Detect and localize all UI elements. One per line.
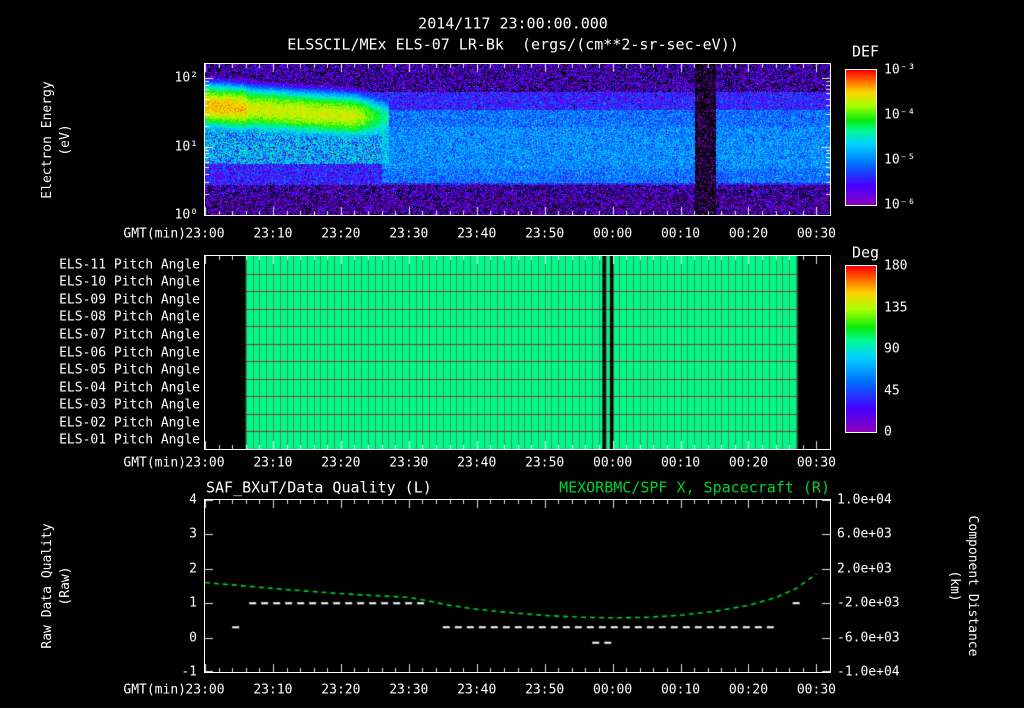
y-tick-label: 1 <box>189 595 197 611</box>
def-colorbar-gradient <box>846 70 876 205</box>
x-tick-label: 00:30 <box>796 682 836 698</box>
colorbar-tick-label: 90 <box>884 341 900 357</box>
y-tick-label: -1 <box>181 664 197 680</box>
def-colorbar-title: DEF <box>852 42 880 61</box>
x-tick-label: 00:10 <box>660 226 701 242</box>
deg-colorbar-gradient <box>846 266 876 432</box>
pitch-row-label: ELS-09 Pitch Angle <box>59 292 200 308</box>
x-tick-label: 23:30 <box>389 455 429 471</box>
pitch-row-label: ELS-04 Pitch Angle <box>59 380 200 396</box>
def-colorbar <box>845 69 877 206</box>
pitch-row-label: ELS-11 Pitch Angle <box>59 257 200 273</box>
gmt-axis-label: GMT(min) <box>123 226 186 242</box>
plot-subtitle: ELSSCIL/MEx ELS-07 LR-Bk (ergs/(cm**2-sr… <box>287 35 739 54</box>
deg-colorbar <box>845 265 877 433</box>
y-tick-label: -6.0e+03 <box>837 630 900 646</box>
x-tick-label: 23:20 <box>321 682 361 698</box>
x-tick-label: 23:00 <box>185 682 225 698</box>
x-tick-label: 23:10 <box>253 455 293 471</box>
pitch-row-label: ELS-05 Pitch Angle <box>59 362 200 378</box>
x-tick-label: 23:50 <box>525 455 565 471</box>
axis-label-line: (Raw) <box>58 566 73 606</box>
x-tick-label: 00:00 <box>593 455 633 471</box>
spectrogram-panel <box>204 63 831 216</box>
colorbar-tick-label: 10⁻⁵ <box>884 152 916 168</box>
y-tick-label: 0 <box>189 630 197 646</box>
raw-data-quality-axis-label: Raw Data Quality (Raw) <box>39 523 75 648</box>
x-tick-label: 00:10 <box>660 682 701 698</box>
x-tick-label: 23:50 <box>525 226 565 242</box>
y-tick-label: 4 <box>189 492 197 508</box>
colorbar-tick-label: 135 <box>884 300 908 315</box>
y-tick-label: 10⁰ <box>174 207 198 223</box>
y-tick-label: 2.0e+03 <box>837 561 892 577</box>
y-tick-label: 10¹ <box>174 139 198 154</box>
pitch-row-label: ELS-06 Pitch Angle <box>59 345 200 360</box>
x-tick-label: 00:00 <box>593 682 633 698</box>
pitch-angle-panel <box>204 255 831 450</box>
timeseries-panel <box>204 499 831 673</box>
deg-colorbar-title: Deg <box>852 243 880 262</box>
colorbar-tick-label: 0 <box>884 424 892 440</box>
axis-label-line: Raw Data Quality <box>39 523 55 649</box>
axis-label-line: (eV) <box>58 124 73 156</box>
y-tick-label: -2.0e+03 <box>837 595 900 611</box>
y-tick-label: 6.0e+03 <box>837 526 892 542</box>
colorbar-tick-label: 10⁻³ <box>884 62 916 78</box>
colorbar-tick-label: 45 <box>884 383 900 398</box>
x-tick-label: 23:00 <box>185 455 225 471</box>
plot-title: 2014/117 23:00:00.000 <box>418 14 608 33</box>
pitch-row-label: ELS-03 Pitch Angle <box>59 397 200 413</box>
gmt-axis-label: GMT(min) <box>123 682 186 698</box>
pitch-row-label: ELS-07 Pitch Angle <box>59 327 200 343</box>
y-tick-label: 3 <box>189 526 197 542</box>
axis-label-line: Component Distance <box>965 515 981 657</box>
y-tick-label: 2 <box>189 561 197 577</box>
x-tick-label: 23:40 <box>457 455 497 471</box>
x-tick-label: 00:30 <box>796 226 836 242</box>
y-tick-label: -1.0e+04 <box>837 664 900 680</box>
pitch-row-label: ELS-02 Pitch Angle <box>59 415 200 431</box>
axis-label-line: Electron Energy <box>39 81 55 199</box>
x-tick-label: 23:30 <box>389 226 429 242</box>
y-tick-label: 10² <box>174 70 198 86</box>
y-tick-label: 1.0e+04 <box>837 492 892 508</box>
x-tick-label: 23:30 <box>389 682 429 698</box>
colorbar-tick-label: 180 <box>884 258 908 274</box>
x-tick-label: 23:40 <box>457 226 497 242</box>
electron-energy-axis-label: Electron Energy (eV) <box>39 81 75 198</box>
x-tick-label: 00:30 <box>796 455 836 471</box>
x-tick-label: 00:10 <box>660 455 701 471</box>
timeseries-canvas <box>205 500 830 672</box>
pitch-row-label: ELS-10 Pitch Angle <box>59 274 200 290</box>
right-series-title: MEXORBMC/SPF X, Spacecraft (R) <box>559 478 830 497</box>
x-tick-label: 23:10 <box>253 226 293 242</box>
colorbar-tick-label: 10⁻⁶ <box>884 197 916 213</box>
x-tick-label: 00:20 <box>728 455 769 471</box>
x-tick-label: 23:20 <box>321 226 361 242</box>
left-series-title: SAF_BXuT/Data Quality (L) <box>206 478 432 497</box>
pitch-row-label: ELS-08 Pitch Angle <box>59 309 200 325</box>
axis-label-line: (km) <box>947 570 962 602</box>
colorbar-tick-label: 10⁻⁴ <box>884 107 916 123</box>
x-tick-label: 00:20 <box>728 226 769 242</box>
x-tick-label: 23:10 <box>253 682 293 698</box>
x-tick-label: 23:50 <box>525 682 565 698</box>
x-tick-label: 00:00 <box>593 226 633 242</box>
x-tick-label: 00:20 <box>728 682 769 698</box>
component-distance-axis-label: Component Distance (km) <box>945 516 981 657</box>
gmt-axis-label: GMT(min) <box>123 455 186 471</box>
x-tick-label: 23:40 <box>457 682 497 698</box>
pitch-angle-canvas <box>205 256 830 449</box>
pitch-row-label: ELS-01 Pitch Angle <box>59 432 200 448</box>
x-tick-label: 23:00 <box>185 226 225 242</box>
x-tick-label: 23:20 <box>321 455 361 471</box>
spectrogram-canvas <box>205 64 830 215</box>
spectrogram-display: 2014/117 23:00:00.000 ELSSCIL/MEx ELS-07… <box>0 0 1024 708</box>
